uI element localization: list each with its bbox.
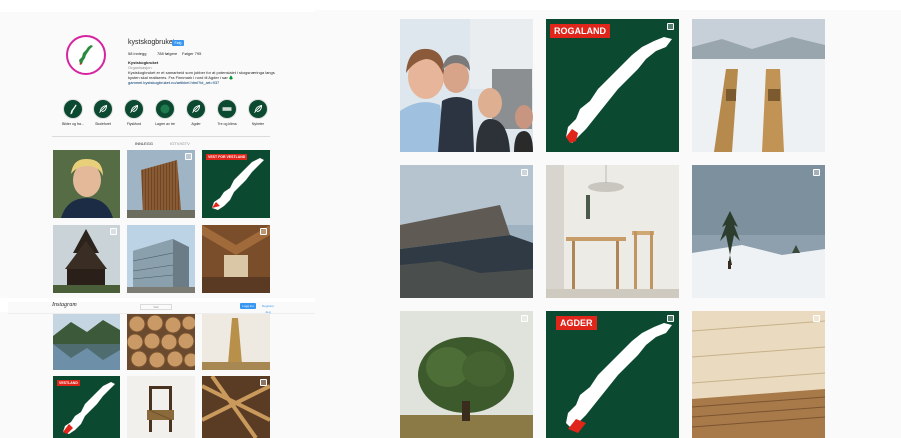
- stave-church-photo: [53, 225, 120, 293]
- norway-logo-icon: [72, 41, 100, 69]
- tab-posts[interactable]: INNLEGG: [135, 141, 153, 146]
- follow-button[interactable]: Følg: [172, 40, 184, 46]
- region-badge: VESTLAND: [57, 380, 80, 386]
- post-dining-room[interactable]: [546, 165, 679, 298]
- norway-map-illustration: [212, 158, 264, 210]
- multi-post-icon: [667, 23, 674, 30]
- post-log-stack[interactable]: [127, 314, 195, 370]
- highlight-agder[interactable]: [186, 99, 206, 119]
- group-selfie-photo: [400, 19, 533, 152]
- profile-bio-link[interactable]: gammel.kystskogbruket.no/artikkel.html?i…: [128, 80, 219, 85]
- norway-map-illustration: [566, 323, 672, 433]
- stat-followers[interactable]: 788 følgere: [157, 51, 177, 56]
- login-button[interactable]: Logg inn: [240, 303, 256, 309]
- highlight-label: Flyskfurd: [126, 122, 142, 126]
- highlight-label: Skolefuret: [95, 122, 111, 126]
- multi-post-icon: [260, 379, 267, 386]
- highlight-label: Agder: [191, 122, 201, 126]
- norway-map-icon: [70, 104, 77, 115]
- tab-igtv[interactable]: IGTV/IGTV: [170, 141, 190, 146]
- post-portrait[interactable]: [53, 150, 120, 218]
- multi-post-icon: [813, 169, 820, 176]
- multi-post-icon: [813, 315, 820, 322]
- highlight-skolefuret[interactable]: [93, 99, 113, 119]
- leaf-icon: [192, 104, 201, 113]
- post-oak-tree[interactable]: [400, 311, 533, 438]
- wood-building-photo: [127, 150, 195, 218]
- highlight-label: Nyheter: [251, 122, 265, 126]
- post-fjord[interactable]: [53, 314, 120, 370]
- signup-link[interactable]: Registrer deg: [260, 303, 276, 314]
- log-stack-photo: [127, 314, 195, 370]
- dining-room-photo: [546, 165, 679, 298]
- region-badge: VEST FOR VESTLAND: [206, 154, 248, 160]
- post-map-vest[interactable]: VEST FOR VESTLAND: [202, 150, 270, 218]
- highlight-tre-klima[interactable]: [217, 99, 237, 119]
- multi-post-icon: [521, 315, 528, 322]
- profile-username: kystskogbruket: [128, 39, 175, 46]
- tree-icon: [160, 104, 170, 114]
- highlight-label: Tre og klima: [217, 122, 237, 126]
- post-group-selfie[interactable]: [400, 19, 533, 152]
- snowy-tree-photo: [692, 165, 825, 298]
- leaf-icon: [99, 104, 108, 113]
- post-wood-building[interactable]: [127, 150, 195, 218]
- chair-photo: [127, 376, 195, 438]
- multi-post-icon: [110, 228, 117, 235]
- modern-building-photo: [127, 225, 195, 293]
- highlight-flyskfurd[interactable]: [124, 99, 144, 119]
- highlight-label: Lagrer av tre: [155, 122, 175, 126]
- region-badge: AGDER: [556, 316, 597, 330]
- post-snowy-tree[interactable]: [692, 165, 825, 298]
- highlight-bilder[interactable]: [63, 99, 83, 119]
- wooden-skis-photo: [692, 19, 825, 152]
- post-wood-detail[interactable]: [202, 314, 270, 370]
- post-map-rogaland[interactable]: ROGALAND: [546, 19, 679, 152]
- oak-tree-photo: [400, 311, 533, 438]
- screenshot-collage: kystskogbruket Følg 58 innlegg 788 følge…: [0, 0, 901, 438]
- leaf-icon: [130, 104, 139, 113]
- post-timber-frame[interactable]: [202, 376, 270, 438]
- stat-following[interactable]: Følger 795: [182, 51, 201, 56]
- multi-post-icon: [185, 153, 192, 160]
- text-badge-icon: [222, 107, 232, 111]
- post-timber-interior[interactable]: [202, 225, 270, 293]
- highlight-nyheter[interactable]: [248, 99, 268, 119]
- highlight-lagrer[interactable]: [155, 99, 175, 119]
- region-badge: ROGALAND: [550, 24, 610, 38]
- wood-planks-photo: [692, 311, 825, 438]
- profile-avatar[interactable]: [66, 35, 106, 75]
- post-wood-planks[interactable]: [692, 311, 825, 438]
- wood-detail-photo: [202, 314, 270, 370]
- instagram-profile-panel: kystskogbruket Følg 58 innlegg 788 følge…: [0, 0, 315, 438]
- instagram-logo[interactable]: Instagram: [52, 302, 77, 308]
- under-restaurant-photo: [400, 165, 533, 298]
- multi-post-icon: [521, 169, 528, 176]
- instagram-post-grid: ROGALAND AGDER: [315, 10, 901, 438]
- fjord-photo: [53, 314, 120, 370]
- post-wooden-skis[interactable]: [692, 19, 825, 152]
- multi-post-icon: [260, 228, 267, 235]
- post-stave-church[interactable]: [53, 225, 120, 293]
- post-chair[interactable]: [127, 376, 195, 438]
- portrait-photo: [53, 150, 120, 218]
- stat-posts: 58 innlegg: [128, 51, 147, 56]
- multi-post-icon: [667, 315, 674, 322]
- leaf-icon: [254, 104, 263, 113]
- search-input[interactable]: Søk: [140, 304, 172, 310]
- post-under-restaurant[interactable]: [400, 165, 533, 298]
- highlight-label: Bilder og fra...: [62, 122, 84, 126]
- post-map-vestland[interactable]: VESTLAND: [53, 376, 120, 438]
- post-modern-building[interactable]: [127, 225, 195, 293]
- norway-map-illustration: [566, 37, 672, 143]
- instagram-top-bar: Instagram Søk Logg inn Registrer deg: [8, 302, 315, 314]
- post-map-agder[interactable]: AGDER: [546, 311, 679, 438]
- timber-interior-photo: [202, 225, 270, 293]
- profile-tab-divider: [52, 136, 270, 137]
